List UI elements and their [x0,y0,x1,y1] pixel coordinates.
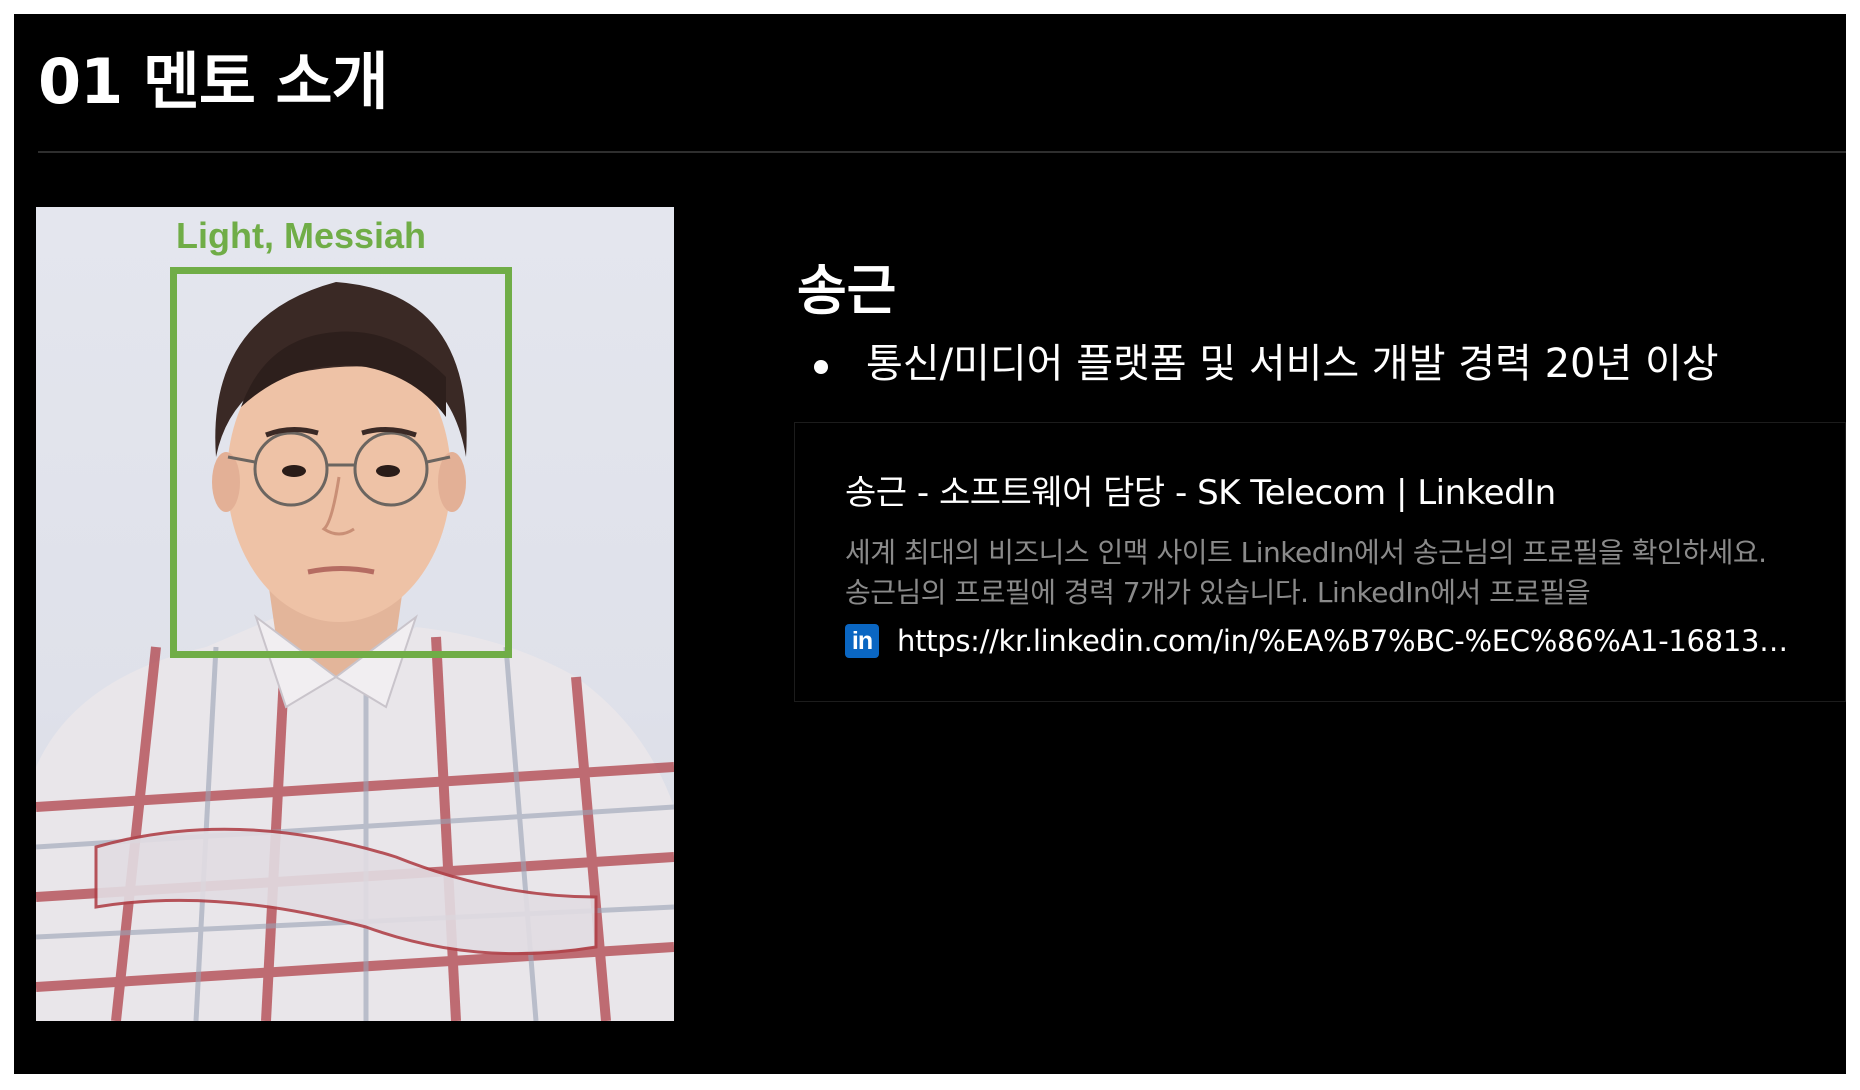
mentor-name: 송근 [797,259,897,322]
face-label: Light, Messiah [176,215,427,256]
slide: 01 멘토 소개 Light, Messiah 송근 통신/미디어 플랫폼 및 … [14,14,1846,1074]
face-detection-box [170,267,512,658]
mentor-photo: Light, Messiah [36,207,674,1021]
title-divider [38,151,1846,153]
list-item: 통신/미디어 플랫폼 및 서비스 개발 경력 20년 이상 [814,340,1719,388]
linkedin-icon: in [845,624,879,658]
link-card-title[interactable]: 송근 - 소프트웨어 담당 - SK Telecom | LinkedIn [845,465,1556,514]
mentor-career-text: 통신/미디어 플랫폼 및 서비스 개발 경력 20년 이상 [866,341,1719,387]
slide-title: 01 멘토 소개 [38,45,389,118]
link-url[interactable]: https://kr.linkedin.com/in/%EA%B7%BC-%EC… [897,624,1788,658]
mentor-bullet-list: 통신/미디어 플랫폼 및 서비스 개발 경력 20년 이상 [814,340,1719,388]
link-card-description: 세계 최대의 비즈니스 인맥 사이트 LinkedIn에서 송근님의 프로필을 … [845,536,1767,609]
link-card-url-row[interactable]: in https://kr.linkedin.com/in/%EA%B7%BC-… [845,621,1825,661]
linkedin-link-card[interactable]: 송근 - 소프트웨어 담당 - SK Telecom | LinkedIn 세계… [794,422,1846,702]
bullet-icon [814,360,828,374]
